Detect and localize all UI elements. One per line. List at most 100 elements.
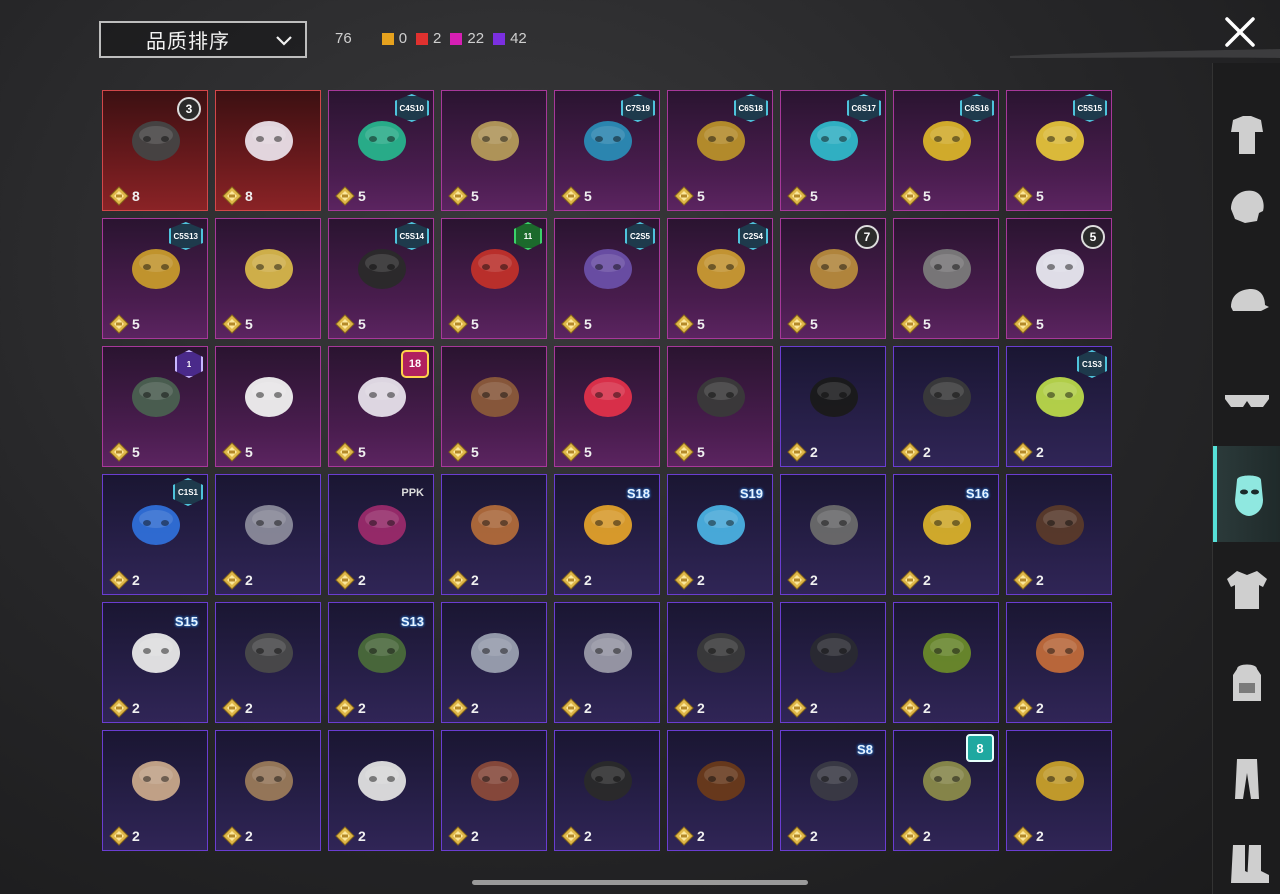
item-slot[interactable]: C5S15 5 [1006, 90, 1112, 211]
item-slot[interactable]: S8 2 [780, 730, 886, 851]
item-slot[interactable]: 5 [441, 90, 547, 211]
gold-gem-icon [900, 186, 920, 206]
item-slot[interactable]: 2 [780, 602, 886, 723]
gold-gem-icon [900, 442, 920, 462]
item-slot[interactable]: 2 [1006, 730, 1112, 851]
item-slot[interactable]: 38 [102, 90, 208, 211]
item-slot[interactable]: 5 [667, 346, 773, 467]
item-slot[interactable]: 2 [893, 602, 999, 723]
item-grid-scroll[interactable]: 3 8 8 C4S10 5 5 C7S19 5 C6S18 5 C6S17 5 C6S16 5 C5S15 5… [102, 90, 1114, 894]
item-slot[interactable]: 2 [554, 730, 660, 851]
gold-gem-icon [222, 314, 242, 334]
item-slot[interactable]: S13 2 [328, 602, 434, 723]
count-orange-value: 0 [398, 30, 408, 47]
item-slot[interactable]: 2 [554, 602, 660, 723]
steel-half-mask-icon [245, 505, 293, 545]
category-tab[interactable] [1213, 635, 1280, 731]
item-slot[interactable]: C2S5 5 [554, 218, 660, 339]
item-slot[interactable]: 2 [1006, 602, 1112, 723]
item-slot[interactable]: 15 [102, 346, 208, 467]
item-price: 5 [1013, 186, 1044, 206]
item-price: 5 [674, 186, 705, 206]
item-slot[interactable]: PPK 2 [328, 474, 434, 595]
item-slot[interactable]: C1S3 2 [1006, 346, 1112, 467]
item-slot[interactable]: 18 5 [328, 346, 434, 467]
item-slot[interactable]: 5 [554, 346, 660, 467]
glasses-icon [1225, 395, 1269, 407]
item-slot[interactable]: 2 [215, 730, 321, 851]
item-price-value: 2 [584, 700, 592, 716]
item-slot[interactable]: 2 [893, 346, 999, 467]
item-slot[interactable]: 2 [441, 474, 547, 595]
gold-gem-icon [448, 570, 468, 590]
item-slot[interactable]: C6S17 5 [780, 90, 886, 211]
item-price: 8 [109, 186, 140, 206]
item-slot[interactable]: 2 [441, 602, 547, 723]
count-purple-value: 42 [510, 30, 527, 47]
item-slot[interactable]: S18 2 [554, 474, 660, 595]
item-slot[interactable]: C1S1 2 [102, 474, 208, 595]
item-slot[interactable]: C7S19 5 [554, 90, 660, 211]
item-slot[interactable]: 2 [328, 730, 434, 851]
item-slot[interactable]: C2S4 5 [667, 218, 773, 339]
item-slot[interactable]: 2 [667, 730, 773, 851]
item-slot[interactable]: 55 [1006, 218, 1112, 339]
item-slot[interactable]: 2 [780, 474, 886, 595]
season-badge: 18 [401, 350, 429, 378]
item-slot[interactable]: 8 [215, 90, 321, 211]
item-slot[interactable]: 2 [780, 346, 886, 467]
item-slot[interactable]: 82 [893, 730, 999, 851]
item-slot[interactable]: 2 [102, 730, 208, 851]
close-icon[interactable] [1221, 13, 1259, 51]
home-indicator[interactable] [472, 880, 808, 885]
item-price-value: 2 [1036, 444, 1044, 460]
item-price-value: 2 [132, 572, 140, 588]
item-price: 2 [787, 570, 818, 590]
item-price-value: 5 [132, 444, 140, 460]
item-slot[interactable]: 5 [893, 218, 999, 339]
item-price: 2 [674, 698, 705, 718]
item-slot[interactable]: 2 [441, 730, 547, 851]
item-price: 5 [561, 186, 592, 206]
category-tab[interactable] [1213, 351, 1280, 447]
item-price: 2 [448, 826, 479, 846]
category-tab[interactable] [1213, 446, 1280, 542]
category-tab[interactable] [1213, 159, 1280, 255]
season-badge: 8 [966, 734, 994, 762]
item-slot[interactable]: 5 [441, 346, 547, 467]
category-tab[interactable] [1213, 815, 1280, 894]
item-slot[interactable]: 75 [780, 218, 886, 339]
category-tab[interactable] [1213, 255, 1280, 351]
mummy-mask-icon [132, 761, 180, 801]
gold-gem-icon [674, 186, 694, 206]
item-slot[interactable]: 5 [215, 346, 321, 467]
outfit-icon [1231, 116, 1263, 154]
category-tab[interactable] [1213, 541, 1280, 637]
item-slot[interactable]: C5S13 5 [102, 218, 208, 339]
item-slot[interactable]: 2 [1006, 474, 1112, 595]
category-tab[interactable] [1213, 731, 1280, 827]
item-price: 2 [335, 698, 366, 718]
item-slot[interactable]: C4S10 5 [328, 90, 434, 211]
mustache-icon [697, 761, 745, 801]
item-slot[interactable]: C6S16 5 [893, 90, 999, 211]
item-grid: 3 8 8 C4S10 5 5 C7S19 5 C6S18 5 C6S17 5 C6S16 5 C5S15 5… [102, 90, 1114, 851]
item-slot[interactable]: 2 [215, 602, 321, 723]
item-slot[interactable]: 2 [667, 602, 773, 723]
pink-square-icon [450, 32, 463, 45]
item-slot[interactable]: S16 2 [893, 474, 999, 595]
chrome-mask-icon [471, 633, 519, 673]
sort-dropdown[interactable]: 品质排序 [99, 21, 307, 58]
item-slot[interactable]: C5S14 5 [328, 218, 434, 339]
item-price-value: 2 [810, 444, 818, 460]
cap-icon [1231, 289, 1269, 311]
mask-icon [1235, 475, 1263, 516]
item-price: 2 [1013, 570, 1044, 590]
item-price: 2 [787, 442, 818, 462]
item-slot[interactable]: 11 5 [441, 218, 547, 339]
item-slot[interactable]: C6S18 5 [667, 90, 773, 211]
item-slot[interactable]: 2 [215, 474, 321, 595]
item-slot[interactable]: 5 [215, 218, 321, 339]
item-slot[interactable]: S19 2 [667, 474, 773, 595]
item-slot[interactable]: S15 2 [102, 602, 208, 723]
